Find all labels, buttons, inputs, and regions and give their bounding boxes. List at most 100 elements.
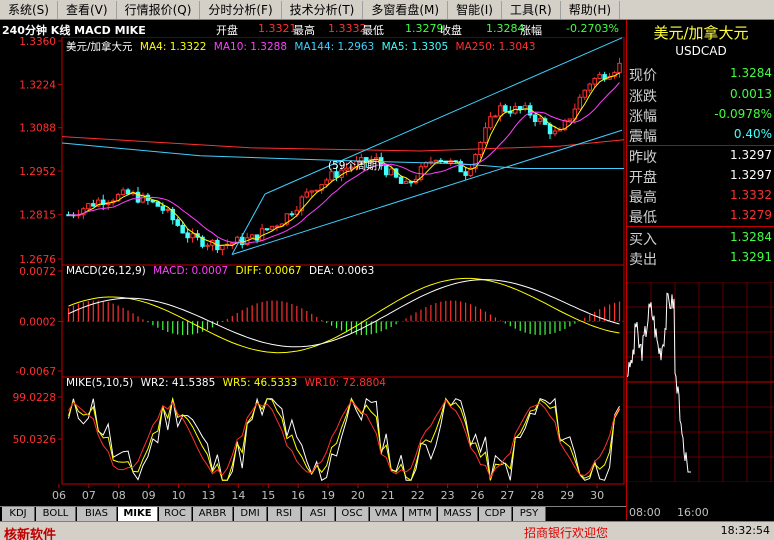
candle-body xyxy=(264,228,270,231)
tab-rsi[interactable]: RSI xyxy=(268,507,301,521)
tab-roc[interactable]: ROC xyxy=(159,507,192,521)
menu-item-5[interactable]: 多窗看盘(M) xyxy=(363,0,449,19)
candle-body xyxy=(205,244,210,247)
menu-item-3[interactable]: 分时分析(F) xyxy=(200,0,282,19)
ma-legend-name: 美元/加拿大元 xyxy=(66,41,133,53)
candle-body xyxy=(463,171,468,176)
menu-item-6[interactable]: 智能(I) xyxy=(448,0,502,19)
candle-body xyxy=(567,118,573,122)
candle-body xyxy=(190,233,195,239)
quote-row-value: 0.40% xyxy=(733,127,772,141)
mike-tick-label: 99.0228 xyxy=(13,392,56,404)
tab-boll[interactable]: BOLL xyxy=(36,507,76,521)
menu-item-0[interactable]: 系统(S) xyxy=(0,0,58,19)
candle-body xyxy=(503,105,508,112)
tab-mass[interactable]: MASS xyxy=(438,507,478,521)
candle-body xyxy=(517,106,523,110)
quote-row-label: 涨幅 xyxy=(629,109,657,125)
date-tick-label: 29 xyxy=(560,489,574,502)
tab-dmi[interactable]: DMI xyxy=(234,507,267,521)
tab-kdj[interactable]: KDJ xyxy=(2,507,35,521)
indicator-tabs: KDJ BOLL BIAS MIKE ROC ARBR DMI RSI ASI OSC VMA MTM… xyxy=(0,506,626,521)
quote-row-value: 1.3291 xyxy=(730,250,772,264)
quote-row-1: 涨跌 0.0013 xyxy=(627,85,774,105)
date-tick-label: 22 xyxy=(411,489,425,502)
tab-mtm[interactable]: MTM xyxy=(404,507,437,521)
wr5-value: WR5: 46.5333 xyxy=(222,377,298,389)
date-tick-label: 28 xyxy=(530,489,544,502)
candle-body xyxy=(433,159,439,163)
date-tick-label: 09 xyxy=(142,489,156,502)
date-tick-label: 27 xyxy=(500,489,514,502)
date-tick-label: 16 xyxy=(291,489,305,502)
candle-body xyxy=(309,190,314,193)
candle-body xyxy=(324,179,329,186)
quote-row-value: 0.0013 xyxy=(730,87,772,101)
tab-mike[interactable]: MIKE xyxy=(118,507,158,521)
quote-row-label: 买入 xyxy=(629,232,657,248)
candle-body xyxy=(155,201,161,207)
menu-item-1[interactable]: 查看(V) xyxy=(58,0,117,19)
panel-separator xyxy=(627,226,774,227)
tab-arbr[interactable]: ARBR xyxy=(193,507,233,521)
status-bar: 核新软件 招商银行欢迎您 18:32:54 xyxy=(0,521,774,540)
tab-cdp[interactable]: CDP xyxy=(479,507,512,521)
intraday-mini-chart[interactable] xyxy=(627,282,774,482)
candle-body xyxy=(483,127,488,143)
high-value: 1.3332 xyxy=(328,22,367,35)
time-label-0800: 08:00 xyxy=(629,506,661,519)
date-tick-label: 30 xyxy=(590,489,604,502)
mike-tick-label: 50.0326 xyxy=(13,434,57,446)
quote-row-0: 现价 1.3284 xyxy=(627,64,774,84)
menu-item-7[interactable]: 工具(R) xyxy=(502,0,561,19)
dea-value: DEA: 0.0063 xyxy=(308,265,375,277)
candle-body xyxy=(587,83,592,91)
quote-row-6: 最高 1.3332 xyxy=(627,186,774,206)
candle-body xyxy=(532,114,538,123)
menu-item-8[interactable]: 帮助(H) xyxy=(561,0,621,19)
low-label: 最低 xyxy=(362,24,384,37)
candle-body xyxy=(304,191,310,198)
tab-asi[interactable]: ASI xyxy=(302,507,335,521)
price-tick-label: 1.2815 xyxy=(19,210,56,222)
price-tick-label: 1.3360 xyxy=(19,37,56,48)
candle-body xyxy=(547,123,553,135)
quote-row-value: 1.3279 xyxy=(730,208,772,222)
wr2-value: WR2: 41.5385 xyxy=(140,377,216,389)
date-tick-label: 08 xyxy=(112,489,126,502)
close-value: 1.3284 xyxy=(486,22,525,35)
candle-body xyxy=(86,203,91,210)
date-tick-label: 13 xyxy=(201,489,215,502)
quote-row-label: 卖出 xyxy=(629,252,657,268)
quote-row-value: 1.3297 xyxy=(730,148,772,162)
panel-code: USDCAD xyxy=(675,44,727,58)
quote-row-4: 昨收 1.3297 xyxy=(627,146,774,166)
tab-psy[interactable]: PSY xyxy=(513,507,546,521)
candle-body xyxy=(165,208,171,211)
tab-bias[interactable]: BIAS xyxy=(77,507,117,521)
candle-body xyxy=(314,189,319,192)
candle-body xyxy=(403,181,409,184)
quote-row-label: 昨收 xyxy=(629,150,657,166)
menu-bar: 系统(S) 查看(V) 行情报价(Q) 分时分析(F) 技术分析(T) 多窗看盘(M) 智能… xyxy=(0,0,774,20)
ma10-label: MA10: 1.3288 xyxy=(213,41,287,53)
tab-vma[interactable]: VMA xyxy=(370,507,403,521)
quote-row-value: 1.3284 xyxy=(730,66,772,80)
menu-item-2[interactable]: 行情报价(Q) xyxy=(117,0,201,19)
chart-frame xyxy=(61,37,625,485)
wr5-line xyxy=(68,396,620,482)
macd-tick-label: 0.0002 xyxy=(19,316,56,328)
quote-panel: 美元/加拿大元 USDCAD 现价 1.3284 涨跌 0.0013 涨幅 -0.0978… xyxy=(626,20,774,520)
candle-body xyxy=(383,165,389,176)
change-value: -0.2703% xyxy=(566,22,619,35)
menu-item-4[interactable]: 技术分析(T) xyxy=(282,0,364,19)
candle-body xyxy=(125,189,131,195)
open-label: 开盘 xyxy=(216,24,238,37)
candle-body xyxy=(398,176,404,184)
quote-row-8: 买入 1.3284 xyxy=(627,228,774,248)
quote-row-3: 震幅 0.40% xyxy=(627,125,774,145)
quote-info-bar: 240分钟 K线 MACD MIKE 开盘 1.3321 最高 1.3332 最… xyxy=(0,21,626,37)
dea-line xyxy=(68,279,620,348)
tab-osc[interactable]: OSC xyxy=(336,507,369,521)
macd-tick-label: 0.0072 xyxy=(19,266,56,278)
